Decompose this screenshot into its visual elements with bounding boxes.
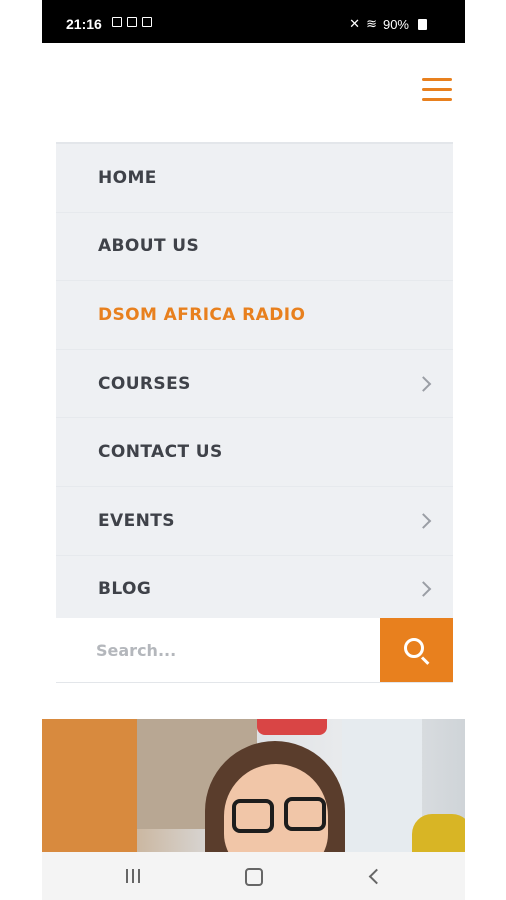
recent-apps-bar (132, 869, 134, 883)
nav-menu: HOME ABOUT US DSOM AFRICA RADIO COURSES … (56, 142, 453, 625)
status-bar: 21:16 ✕ ≋ 90% (42, 0, 465, 43)
status-time: 21:16 (66, 16, 102, 32)
search-icon (404, 638, 424, 658)
notification-icons (112, 17, 152, 27)
photo-glasses-right (284, 797, 326, 831)
mute-icon: ✕ (349, 16, 361, 31)
menu-item-home[interactable]: HOME (56, 144, 453, 213)
photo-red-lamp (257, 719, 327, 735)
search-input[interactable] (96, 618, 366, 682)
chevron-right-icon[interactable] (415, 512, 432, 529)
photo-person-right (412, 814, 465, 852)
menu-item-contact-us[interactable]: CONTACT US (56, 418, 453, 487)
photo-window (342, 719, 422, 852)
hamburger-line (422, 78, 452, 81)
recent-apps-bar (126, 869, 128, 883)
status-right: ✕ ≋ 90% (349, 16, 409, 32)
hamburger-line (422, 88, 452, 91)
menu-item-about-us[interactable]: ABOUT US (56, 213, 453, 282)
recent-apps-bar (138, 869, 140, 883)
gallery-icon (112, 17, 122, 27)
recent-apps-icon[interactable] (126, 869, 142, 883)
system-nav-bar (42, 852, 465, 900)
menu-item-label: ABOUT US (98, 236, 200, 257)
battery-icon (418, 19, 427, 30)
phone-screen: 21:16 ✕ ≋ 90% HOME ABOUT US DSOM AFRICA … (42, 0, 465, 900)
menu-item-events[interactable]: EVENTS (56, 487, 453, 556)
menu-item-blog[interactable]: BLOG (56, 556, 453, 625)
photo-glasses-left (232, 799, 274, 833)
wifi-signal-icon: ≋ (366, 16, 377, 31)
back-icon[interactable] (368, 868, 385, 885)
menu-item-label: BLOG (98, 579, 152, 600)
download-icon (127, 17, 137, 27)
menu-item-label: CONTACT US (98, 442, 223, 463)
menu-item-label: HOME (98, 167, 157, 188)
menu-item-dsom-africa-radio[interactable]: DSOM AFRICA RADIO (56, 281, 453, 350)
menu-item-label: COURSES (98, 373, 191, 394)
search-icon-handle (420, 656, 430, 665)
battery-level: 90% (382, 16, 409, 32)
menu-item-label: DSOM AFRICA RADIO (98, 304, 306, 325)
search-bar (56, 618, 453, 683)
hamburger-line (422, 98, 452, 101)
hamburger-icon[interactable] (422, 78, 452, 102)
search-button[interactable] (380, 618, 453, 682)
chevron-right-icon[interactable] (415, 581, 432, 598)
chevron-right-icon[interactable] (415, 375, 432, 392)
photo-shelf (42, 719, 137, 852)
menu-item-label: EVENTS (98, 510, 175, 531)
hero-image (42, 719, 465, 852)
menu-item-courses[interactable]: COURSES (56, 350, 453, 419)
home-icon[interactable] (245, 868, 263, 886)
calendar-icon (142, 17, 152, 27)
